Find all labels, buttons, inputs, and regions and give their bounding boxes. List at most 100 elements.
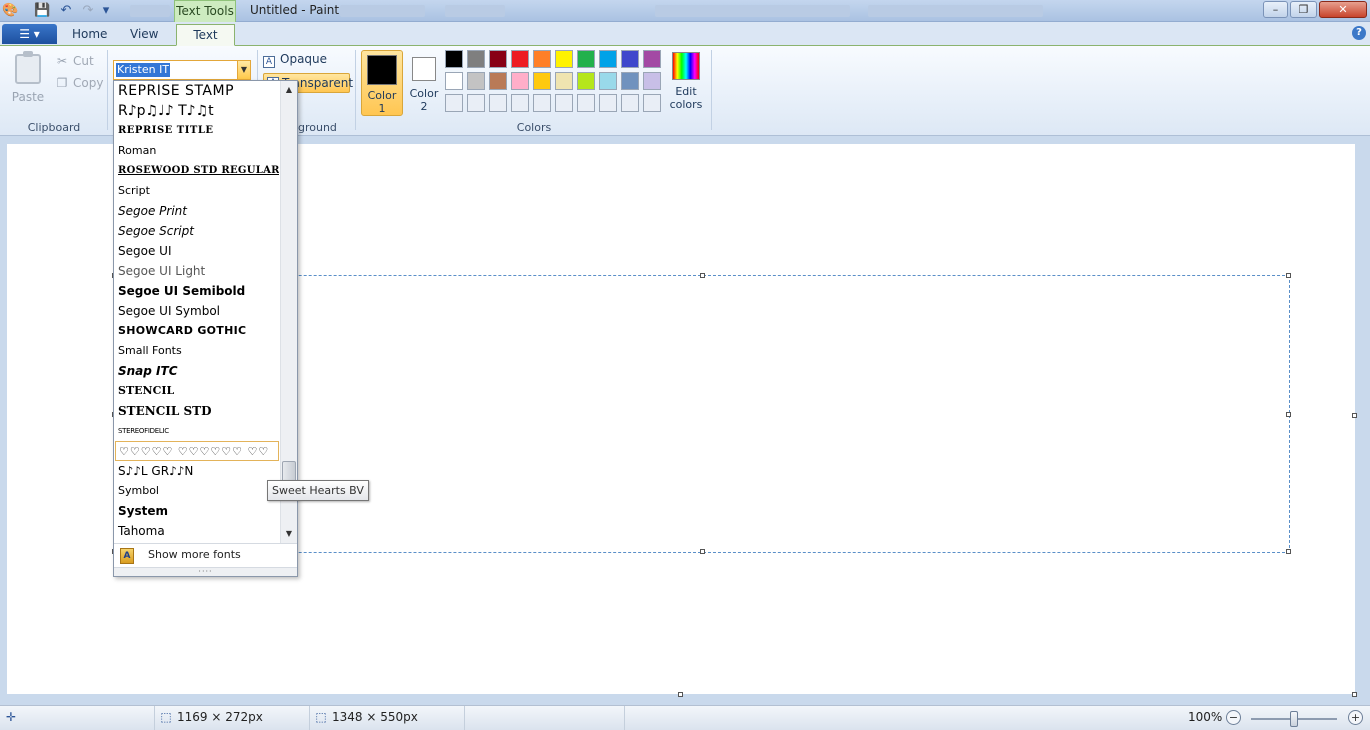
color-swatch[interactable] <box>489 72 507 90</box>
status-empty-segment <box>465 706 625 730</box>
color-swatch[interactable] <box>533 94 551 112</box>
color-swatch[interactable] <box>533 72 551 90</box>
close-button[interactable]: ✕ <box>1319 1 1367 18</box>
color-swatch[interactable] <box>599 72 617 90</box>
color-swatch[interactable] <box>511 50 529 68</box>
color-swatch[interactable] <box>511 94 529 112</box>
color-swatch[interactable] <box>621 72 639 90</box>
copy-button[interactable]: ❐ Copy <box>55 76 104 90</box>
edit-colors-button[interactable]: Edit colors <box>667 52 705 116</box>
paint-app-icon[interactable]: 🎨 <box>2 3 18 19</box>
color-swatch[interactable] <box>445 94 463 112</box>
font-list-item[interactable]: Script <box>115 181 279 201</box>
customize-dropdown-icon[interactable]: ▾ <box>98 3 114 19</box>
color-swatch[interactable] <box>577 50 595 68</box>
font-list-item[interactable]: Segoe UI <box>115 241 279 261</box>
color-swatch[interactable] <box>621 94 639 112</box>
scroll-up-icon[interactable]: ▲ <box>281 83 297 97</box>
tab-home[interactable]: Home <box>62 24 117 46</box>
color-swatch[interactable] <box>643 50 661 68</box>
redo-icon[interactable]: ↷ <box>80 3 96 19</box>
font-list-item[interactable]: ROSEWOOD STD REGULAR <box>115 161 279 181</box>
tab-view[interactable]: View <box>120 24 168 46</box>
paste-label: Paste <box>11 90 45 104</box>
color-swatch[interactable] <box>467 50 485 68</box>
font-family-combobox[interactable]: ▼ <box>113 60 251 80</box>
show-more-fonts-button[interactable]: A Show more fonts <box>114 543 297 567</box>
paste-button[interactable]: Paste <box>8 50 48 108</box>
font-list-item[interactable]: Tahoma <box>115 521 279 541</box>
color-swatch[interactable] <box>467 94 485 112</box>
font-family-dropdown: REPRISE STAMP R♪p♫♩♪ T♪♫t REPRISE TITLE Rom… <box>113 80 298 577</box>
color-1-label: Color <box>367 89 397 102</box>
zoom-in-button[interactable]: + <box>1348 710 1363 725</box>
color-swatch[interactable] <box>445 72 463 90</box>
font-list-item[interactable]: Segoe UI Light <box>115 261 279 281</box>
zoom-level: 100% <box>1188 710 1223 724</box>
font-list-item[interactable]: ♡♡♡♡♡ ♡♡♡♡♡♡ ♡♡ <box>115 441 279 461</box>
font-list-item[interactable]: REPRISE STAMP <box>115 81 279 101</box>
opaque-button[interactable]: A Opaque <box>263 52 327 68</box>
font-list-item[interactable]: System <box>115 501 279 521</box>
font-list-item[interactable]: Segoe Print <box>115 201 279 221</box>
font-family-input[interactable] <box>116 63 170 77</box>
font-list-item[interactable]: Snap ITC <box>115 361 279 381</box>
color-swatch[interactable] <box>555 94 573 112</box>
font-list-item[interactable]: Segoe Script <box>115 221 279 241</box>
save-icon[interactable]: 💾 <box>34 3 50 19</box>
font-list-item[interactable]: Roman <box>115 141 279 161</box>
color-swatch[interactable] <box>533 50 551 68</box>
canvas-resize-handle-corner[interactable] <box>1352 692 1357 697</box>
font-list-item[interactable]: REPRISE TITLE <box>115 121 279 141</box>
chevron-down-icon[interactable]: ▼ <box>237 61 250 79</box>
font-list-item[interactable]: R♪p♫♩♪ T♪♫t <box>115 101 279 121</box>
color-swatch[interactable] <box>489 94 507 112</box>
copy-icon: ❐ <box>56 76 68 90</box>
selection-handle[interactable] <box>1286 273 1291 278</box>
font-list-item[interactable]: S♪♪L GR♪♪N <box>115 461 279 481</box>
font-list-item[interactable]: Segoe UI Semibold <box>115 281 279 301</box>
color-swatch[interactable] <box>621 50 639 68</box>
selection-handle[interactable] <box>700 549 705 554</box>
minimize-button[interactable]: – <box>1263 1 1288 18</box>
color-swatch[interactable] <box>599 94 617 112</box>
maximize-button[interactable]: ❐ <box>1290 1 1317 18</box>
font-list-item[interactable]: STENCIL <box>115 381 279 401</box>
selection-handle[interactable] <box>1286 412 1291 417</box>
color-swatch[interactable] <box>643 72 661 90</box>
zoom-slider-thumb[interactable] <box>1290 711 1298 727</box>
font-list-item[interactable]: SHOWCARD GOTHIC <box>115 321 279 341</box>
zoom-out-button[interactable]: − <box>1226 710 1241 725</box>
color-swatch[interactable] <box>555 50 573 68</box>
font-list-scrollbar[interactable]: ▲ ▼ <box>280 81 297 543</box>
font-list-item[interactable]: Small Fonts <box>115 341 279 361</box>
group-divider <box>711 50 712 130</box>
undo-icon[interactable]: ↶ <box>58 3 74 19</box>
selection-handle[interactable] <box>700 273 705 278</box>
dropdown-resize-grip[interactable]: ···· <box>114 567 297 576</box>
tab-text[interactable]: Text <box>176 24 235 46</box>
help-icon[interactable]: ? <box>1352 26 1366 40</box>
font-list-item[interactable]: Segoe UI Symbol <box>115 301 279 321</box>
color-2-button[interactable]: Color 2 <box>406 50 442 116</box>
font-list-item[interactable]: Symbol <box>115 481 279 501</box>
color-swatch[interactable] <box>643 94 661 112</box>
color-swatch[interactable] <box>467 72 485 90</box>
paint-menu-button[interactable]: ☰ ▾ <box>2 24 57 44</box>
canvas-resize-handle-bottom[interactable] <box>678 692 683 697</box>
scroll-down-icon[interactable]: ▼ <box>281 527 297 541</box>
canvas-resize-handle-right[interactable] <box>1352 413 1357 418</box>
font-list-item[interactable]: STEREOFIDELIC <box>115 421 279 441</box>
color-1-button[interactable]: Color 1 <box>361 50 403 116</box>
color-swatch[interactable] <box>445 50 463 68</box>
color-swatch[interactable] <box>555 72 573 90</box>
color-swatch[interactable] <box>599 50 617 68</box>
color-swatch[interactable] <box>511 72 529 90</box>
selection-handle[interactable] <box>1286 549 1291 554</box>
cut-label: Cut <box>73 54 94 68</box>
color-swatch[interactable] <box>577 94 595 112</box>
color-swatch[interactable] <box>577 72 595 90</box>
font-list-item[interactable]: STENCIL STD <box>115 401 279 421</box>
color-swatch[interactable] <box>489 50 507 68</box>
cut-button[interactable]: ✂ Cut <box>55 54 94 68</box>
